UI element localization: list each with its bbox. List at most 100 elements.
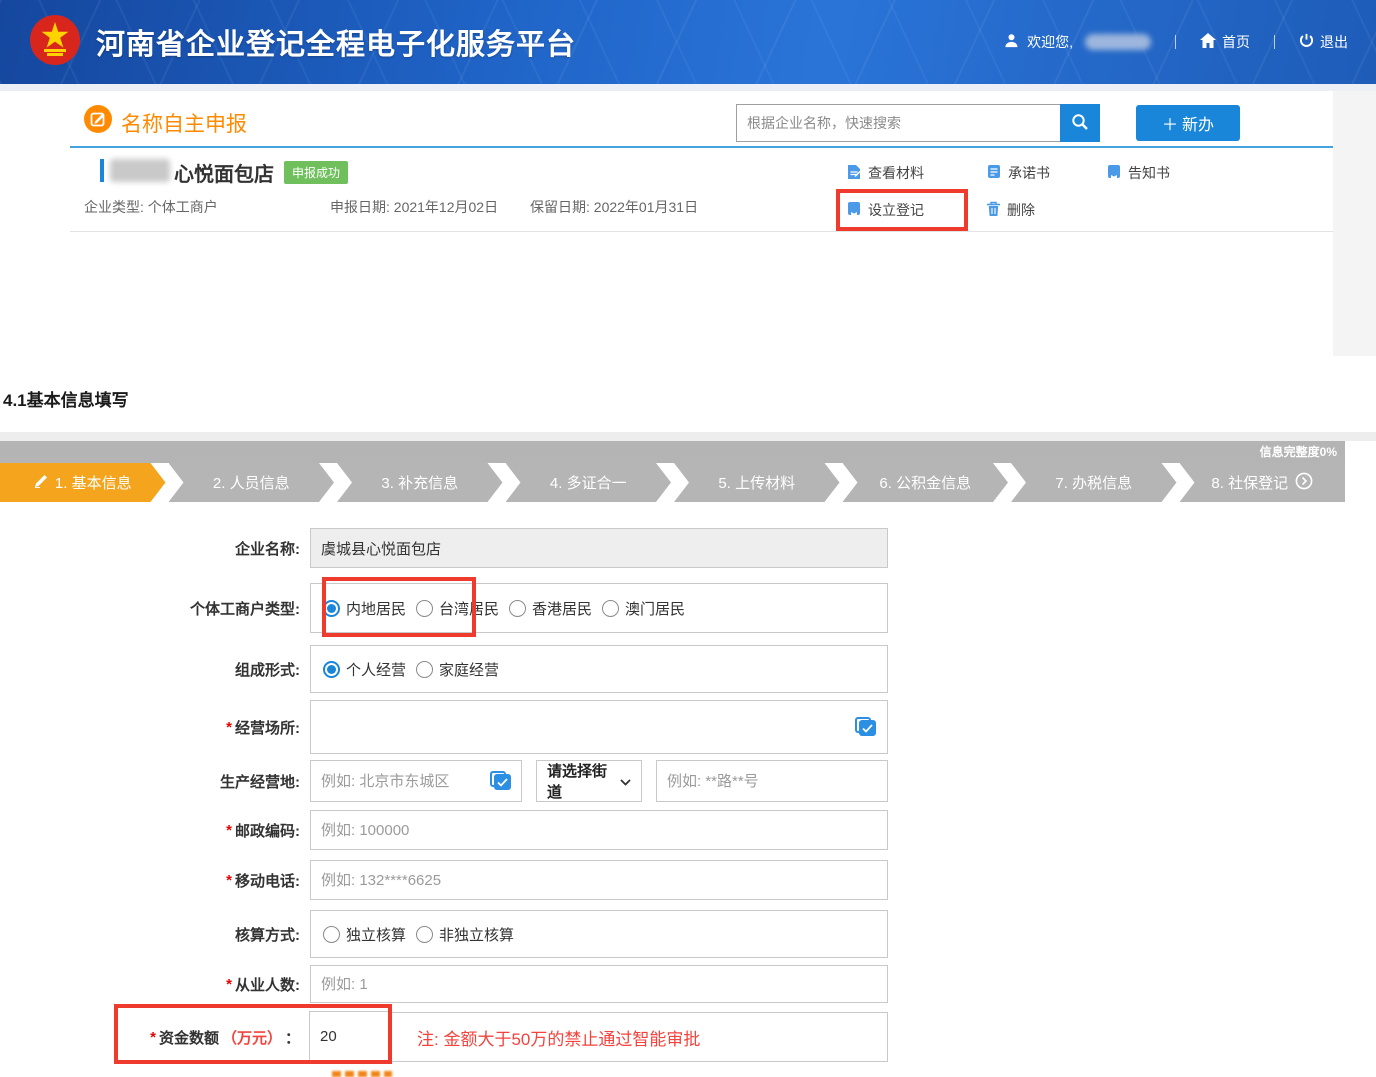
tab-provident-fund[interactable]: 6. 公积金信息 [843, 463, 1009, 502]
tab-personnel-info[interactable]: 2. 人员信息 [169, 463, 335, 502]
national-emblem-icon [28, 13, 82, 72]
search-input[interactable] [736, 104, 1060, 142]
progress-label: 信息完整度0% [1260, 445, 1337, 459]
field-label: * 资金数额（万元）： [0, 1012, 300, 1062]
record-retain-date: 保留日期: 2022年01月31日 [530, 197, 698, 217]
address-picker-icon[interactable] [855, 717, 877, 737]
tab-multi-cert[interactable]: 4. 多证合一 [506, 463, 672, 502]
setup-registration-link[interactable]: 设立登记 [846, 200, 924, 220]
circle-chevron-right-icon [1295, 472, 1313, 494]
home-icon [1200, 33, 1216, 51]
field-mobile: *移动电话: [0, 860, 1376, 900]
logout-link[interactable]: 退出 [1299, 32, 1348, 52]
user-icon [1004, 33, 1019, 51]
section-underline [70, 146, 1333, 148]
search-button[interactable] [1060, 104, 1100, 142]
business-premises-input[interactable] [310, 700, 888, 754]
view-materials-link[interactable]: 查看材料 [846, 163, 924, 183]
welcome-text: 欢迎您, [1027, 32, 1073, 52]
document-icon [846, 201, 862, 220]
app-header: 河南省企业登记全程电子化服务平台 欢迎您, 首页 退出 [0, 0, 1376, 84]
street-address-input[interactable] [656, 760, 888, 802]
divider [1175, 35, 1176, 49]
commitment-link[interactable]: 承诺书 [986, 163, 1050, 183]
delete-link[interactable]: 删除 [986, 200, 1035, 220]
company-name-input[interactable] [310, 528, 888, 568]
field-label: 生产经营地: [0, 760, 300, 802]
field-label: *从业人数: [0, 965, 300, 1003]
radio-macau-resident[interactable]: 澳门居民 [602, 598, 685, 619]
radio-hongkong-resident[interactable]: 香港居民 [509, 598, 592, 619]
field-label: *移动电话: [0, 860, 300, 900]
redacted-username [1085, 34, 1151, 50]
capital-input[interactable] [309, 1011, 389, 1061]
postal-code-input[interactable] [310, 810, 888, 850]
field-label: 企业名称: [0, 528, 300, 568]
required-asterisk: * [226, 976, 232, 993]
section-title: 名称自主申报 [121, 108, 247, 138]
field-label: 核算方式: [0, 910, 300, 958]
field-accounting: 核算方式: 独立核算 非独立核算 [0, 910, 1376, 958]
capital-row-box: 注: 金额大于50万的禁止通过智能审批 [310, 1012, 888, 1062]
accounting-group: 独立核算 非独立核算 [310, 910, 888, 958]
tab-upload-materials[interactable]: 5. 上传材料 [674, 463, 840, 502]
chevron-down-icon [620, 773, 631, 790]
pencil-icon [34, 474, 48, 492]
composition-group: 个人经营 家庭经营 [310, 645, 888, 693]
household-type-group: 内地居民 台湾居民 香港居民 澳门居民 [310, 583, 888, 633]
document-icon [846, 164, 862, 183]
radio-icon [416, 600, 433, 617]
mobile-input[interactable] [310, 860, 888, 900]
notice-link[interactable]: 告知书 [1106, 163, 1170, 183]
radio-individual-operation[interactable]: 个人经营 [323, 659, 406, 680]
status-badge: 申报成功 [284, 161, 348, 184]
progress-bar: 信息完整度0% [0, 441, 1345, 463]
tab-supplementary-info[interactable]: 3. 补充信息 [337, 463, 503, 502]
wizard-top-strip [0, 432, 1376, 441]
district-picker-icon[interactable] [490, 771, 512, 791]
divider [1274, 35, 1275, 49]
page: 河南省企业登记全程电子化服务平台 欢迎您, 首页 退出 [0, 0, 1376, 1077]
radio-icon [602, 600, 619, 617]
capital-note: 注: 金额大于50万的禁止通过智能审批 [417, 1025, 700, 1050]
radio-icon [323, 926, 340, 943]
radio-icon [416, 926, 433, 943]
field-business-premises: *经营场所: [0, 700, 1376, 754]
required-asterisk: * [226, 719, 232, 736]
app-title: 河南省企业登记全程电子化服务平台 [96, 21, 576, 63]
radio-icon [509, 600, 526, 617]
radio-family-operation[interactable]: 家庭经营 [416, 659, 499, 680]
wizard-tabs: 1. 基本信息 2. 人员信息 3. 补充信息 4. 多证合一 5. 上传材料 … [0, 463, 1345, 502]
radio-icon [323, 600, 340, 617]
tab-tax-info[interactable]: 7. 办税信息 [1011, 463, 1177, 502]
employees-input[interactable] [310, 965, 888, 1003]
tab-basic-info[interactable]: 1. 基本信息 [0, 463, 166, 502]
radio-independent-accounting[interactable]: 独立核算 [323, 924, 406, 945]
radio-icon [323, 661, 340, 678]
home-link[interactable]: 首页 [1200, 32, 1250, 52]
field-label: 个体工商户类型: [0, 583, 300, 633]
radio-taiwan-resident[interactable]: 台湾居民 [416, 598, 499, 619]
required-asterisk: * [226, 872, 232, 889]
radio-mainland-resident[interactable]: 内地居民 [323, 598, 406, 619]
field-production-place: 生产经营地: 请选择街道 [0, 760, 1376, 802]
radio-non-independent-accounting[interactable]: 非独立核算 [416, 924, 514, 945]
field-capital: * 资金数额（万元）： 注: 金额大于50万的禁止通过智能审批 [0, 1012, 1376, 1062]
field-household-type: 个体工商户类型: 内地居民 台湾居民 香港居民 澳门居民 [0, 583, 1376, 633]
document-icon [1106, 164, 1122, 183]
document-icon [986, 164, 1002, 183]
record-bottom-divider [70, 231, 1333, 232]
field-postal-code: *邮政编码: [0, 810, 1376, 850]
record-accent-bar [100, 159, 104, 182]
doc-heading: 4.1基本信息填写 [3, 386, 129, 411]
required-asterisk: * [226, 822, 232, 839]
street-select[interactable]: 请选择街道 [536, 760, 642, 802]
record-company-type: 企业类型: 个体工商户 [84, 197, 218, 217]
record-name: 心悦面包店 [174, 158, 274, 187]
tab-social-security[interactable]: 8. 社保登记 [1180, 463, 1346, 502]
field-label: *经营场所: [0, 700, 300, 754]
search-icon [1071, 113, 1089, 134]
right-gutter [1333, 91, 1376, 356]
trash-icon [986, 201, 1001, 220]
new-application-button[interactable]: ＋ 新办 [1136, 105, 1240, 141]
